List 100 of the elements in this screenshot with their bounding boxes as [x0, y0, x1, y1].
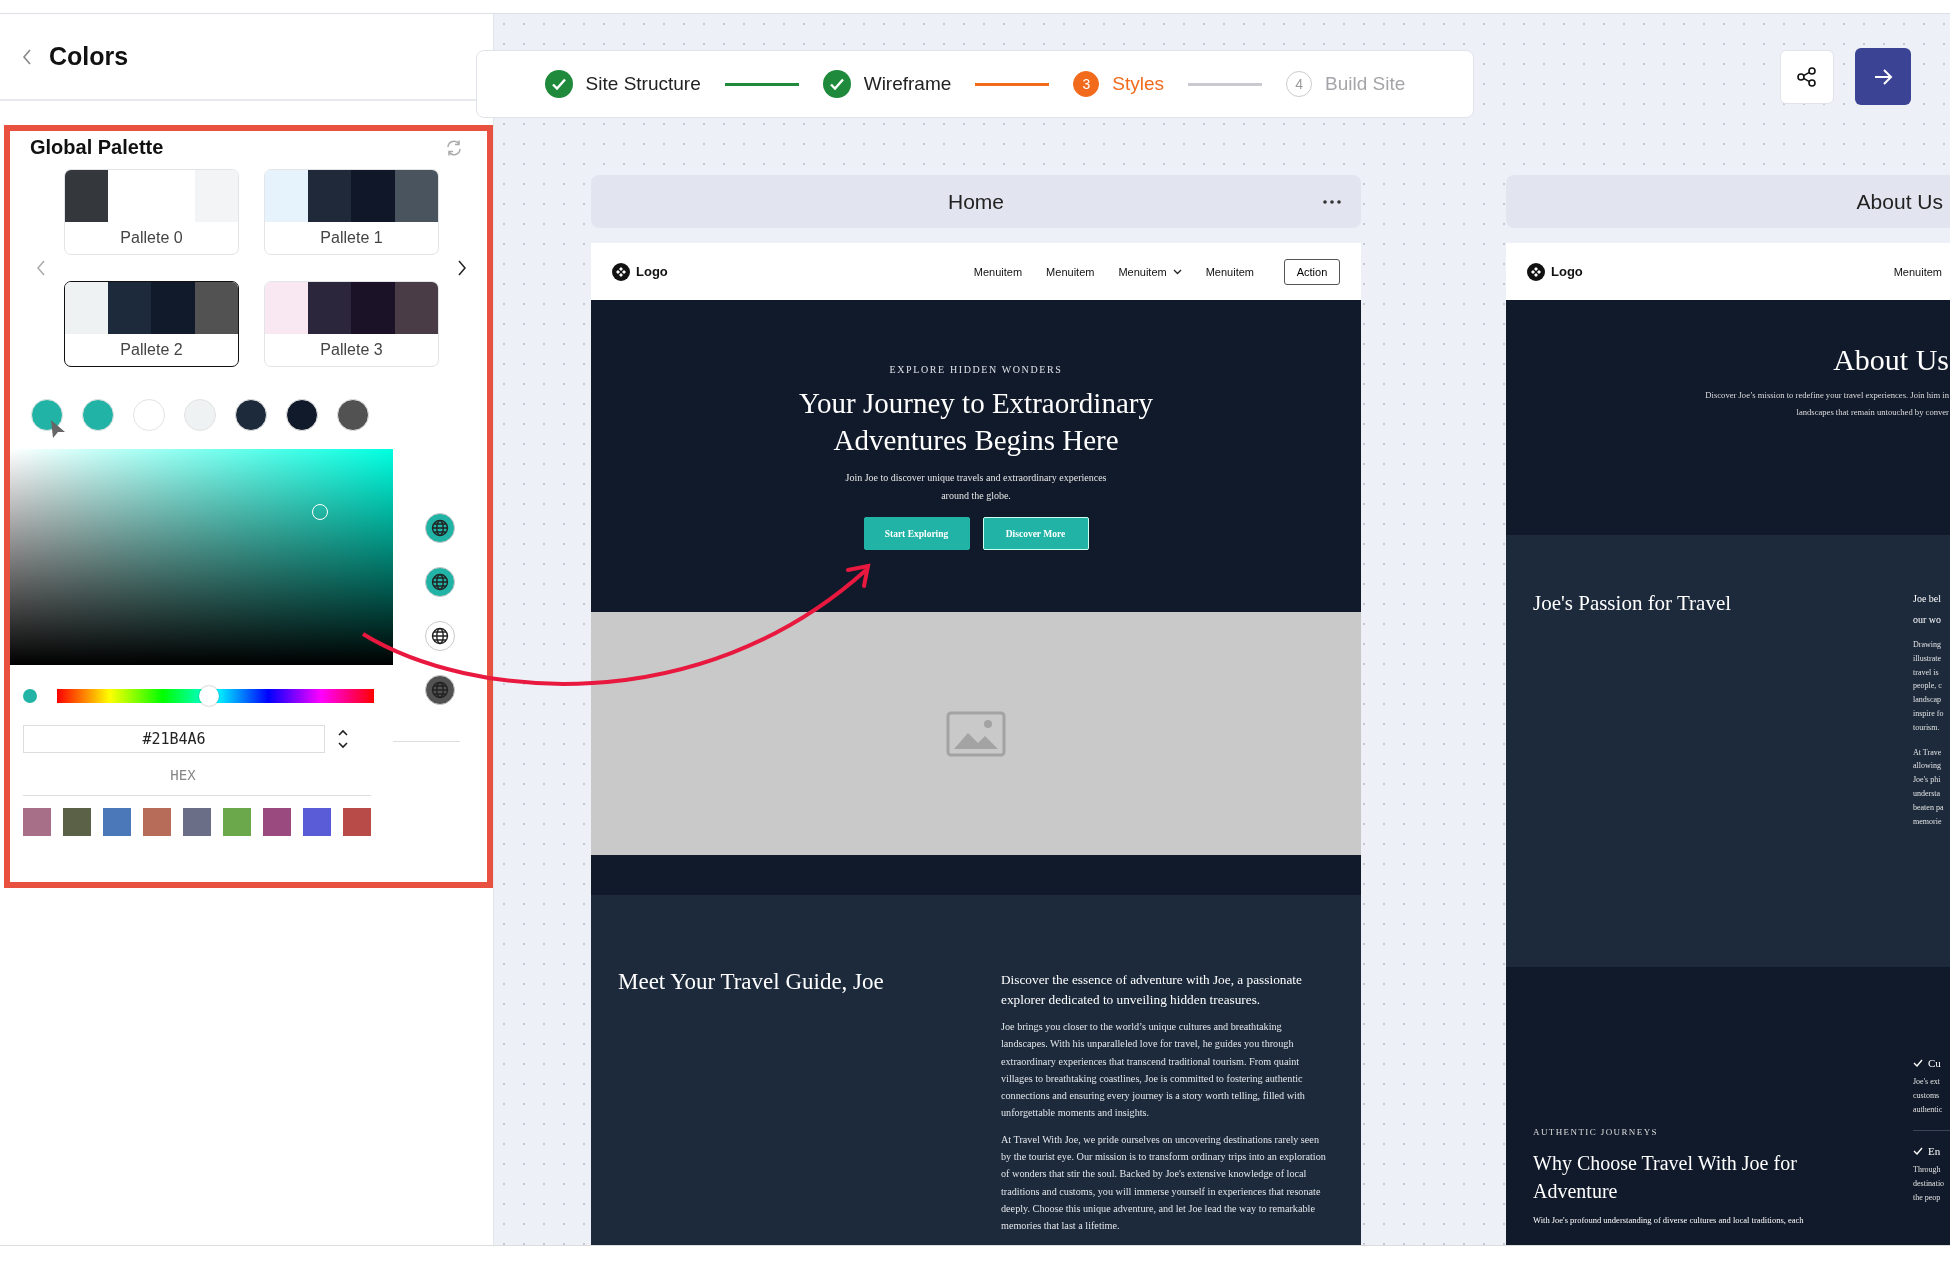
body-text-line: authentic [1913, 1103, 1944, 1116]
body-text-line: illustrate [1913, 652, 1942, 665]
color-swatch[interactable] [184, 399, 216, 431]
step-label[interactable]: Wireframe [863, 73, 952, 95]
hero-title: About Us [1833, 343, 1949, 377]
palette-name: Pallete 0 [119, 228, 184, 248]
body-text-line: allowing [1913, 760, 1942, 773]
globe-icon [431, 627, 449, 645]
color-swatch[interactable] [31, 399, 63, 431]
lead-text: Discover the essence of adventure with Joe, a passionate explorer dedicated to unveiling hidden treasures. [1001, 971, 1303, 1009]
preset-swatch[interactable] [223, 808, 251, 836]
lead-text-line: Joe bel [1913, 592, 1943, 606]
page-name: Home [948, 189, 1004, 214]
color-swatch[interactable] [235, 399, 267, 431]
body-text-line: beaten pa [1913, 801, 1945, 814]
globe-button[interactable] [425, 621, 455, 651]
palette-name: Pallete 1 [319, 228, 384, 248]
body-text-line: destinatio [1913, 1178, 1946, 1191]
cursor-icon [50, 419, 66, 439]
share-button[interactable] [1780, 50, 1834, 104]
up-down-icon[interactable] [337, 728, 349, 750]
section-heading: Meet Your Travel Guide, Joe [618, 968, 885, 996]
palette-card[interactable]: Pallete 0 [64, 169, 239, 255]
preset-swatch[interactable] [303, 808, 331, 836]
preset-swatch[interactable] [23, 808, 51, 836]
image-icon [946, 710, 1006, 757]
slider-thumb[interactable] [199, 686, 220, 706]
eyebrow-text: EXPLORE HIDDEN WONDERS [889, 364, 1063, 375]
check-icon [1913, 1147, 1923, 1156]
palette-card[interactable]: Pallete 2 [64, 281, 239, 367]
body-text-line: customs [1913, 1089, 1941, 1102]
section-title: Global Palette [30, 136, 164, 159]
hero-text-line: landscapes that remain untouched by conver [1796, 406, 1949, 419]
next-button[interactable] [1855, 48, 1911, 105]
eyebrow-text: AUTHENTIC JOURNEYS [1533, 1127, 1659, 1137]
body-text-line: travel is [1913, 666, 1940, 679]
logo-text: Logo [636, 264, 668, 279]
body-text-line: people, c [1913, 680, 1943, 693]
menu-item[interactable]: Menuitem [1893, 265, 1942, 278]
body-text-line: the peop [1913, 1192, 1942, 1204]
body-text-line: With Joe's profound understanding of diverse cultures and local traditions, each [1533, 1215, 1805, 1225]
menu-item[interactable]: Menuitem [973, 265, 1023, 278]
panel-title: Colors [49, 42, 129, 71]
feature-title: Cu [1928, 1057, 1941, 1069]
section-heading: Why Choose Travel With Joe for Adventure [1533, 1151, 1798, 1204]
logo-icon [612, 262, 630, 281]
page-name: About Us [1856, 189, 1943, 214]
check-icon [1913, 1059, 1923, 1067]
menu-item[interactable]: Menuitem [1046, 265, 1095, 278]
chevron-down-icon [1172, 268, 1182, 275]
hex-input[interactable]: #21B4A6 [23, 725, 325, 753]
hero-text-line: Discover Joe’s mission to redefine your travel experiences. Join him in [1705, 389, 1949, 402]
preset-swatch[interactable] [183, 808, 211, 836]
chevron-right-icon[interactable] [457, 260, 467, 276]
palette-name: Pallete 3 [319, 340, 384, 360]
step-number: 3 [1073, 71, 1100, 97]
body-paragraph: Joe brings you closer to the world’s unique cultures and breathtaking landscapes. With his unparalleled love for travel, he guides you through extraordinary experiences that transcend traditional tourism. From quaint villages to breathtaking coastlines, Joe is committed to fostering authentic connections and ensuring every journey is a story worth telling, filled with unforgettable moments and insights. [1001, 1020, 1306, 1121]
palette-name: Pallete 2 [119, 340, 184, 360]
color-swatch[interactable] [82, 399, 114, 431]
more-icon[interactable] [1323, 199, 1341, 204]
back-icon[interactable] [22, 48, 32, 65]
body-text-line: understa [1913, 787, 1942, 800]
color-swatch[interactable] [133, 399, 165, 431]
menu-item[interactable]: Menuitem [1118, 265, 1182, 278]
chevron-left-icon[interactable] [36, 260, 46, 276]
action-button[interactable]: Action [1284, 258, 1340, 285]
body-text-line: Drawing [1913, 639, 1942, 651]
body-text-line: At Trave [1913, 746, 1943, 759]
globe-button[interactable] [425, 675, 455, 705]
preset-swatch[interactable] [343, 808, 371, 836]
palette-card[interactable]: Pallete 1 [264, 169, 439, 255]
body-text-line: Joe's ext [1913, 1076, 1941, 1088]
body-text-line: inspire fo [1913, 708, 1945, 720]
logo-icon [1527, 262, 1545, 281]
logo-text: Logo [1551, 264, 1583, 279]
preset-swatch[interactable] [103, 808, 131, 836]
preset-swatch[interactable] [263, 808, 291, 836]
color-swatch[interactable] [286, 399, 318, 431]
share-icon [1796, 66, 1818, 88]
hero-subtitle: Join Joe to discover unique travels and extraordinary experiences around the globe. [844, 471, 1108, 503]
menu-item[interactable]: Menuitem [1205, 265, 1254, 278]
preset-swatch[interactable] [63, 808, 91, 836]
body-text-line: landscap [1913, 694, 1942, 707]
palette-card[interactable]: Pallete 3 [264, 281, 439, 367]
globe-icon [431, 573, 449, 591]
refresh-icon[interactable] [445, 138, 463, 157]
body-text-line: Through [1913, 1164, 1942, 1177]
saturation-area[interactable] [10, 449, 393, 665]
feature-title: En [1928, 1145, 1941, 1158]
globe-icon [431, 519, 449, 537]
body-text-line: tourism. [1913, 721, 1941, 734]
globe-button[interactable] [425, 567, 455, 597]
format-label: HEX [169, 767, 197, 783]
globe-button[interactable] [425, 513, 455, 543]
color-swatch[interactable] [337, 399, 369, 431]
hue-slider[interactable] [57, 689, 374, 703]
body-text-line: Joe's phi [1913, 774, 1942, 787]
step-label[interactable]: Site Structure [585, 73, 701, 95]
body-text-line: memorie [1913, 815, 1943, 828]
preset-swatch[interactable] [143, 808, 171, 836]
